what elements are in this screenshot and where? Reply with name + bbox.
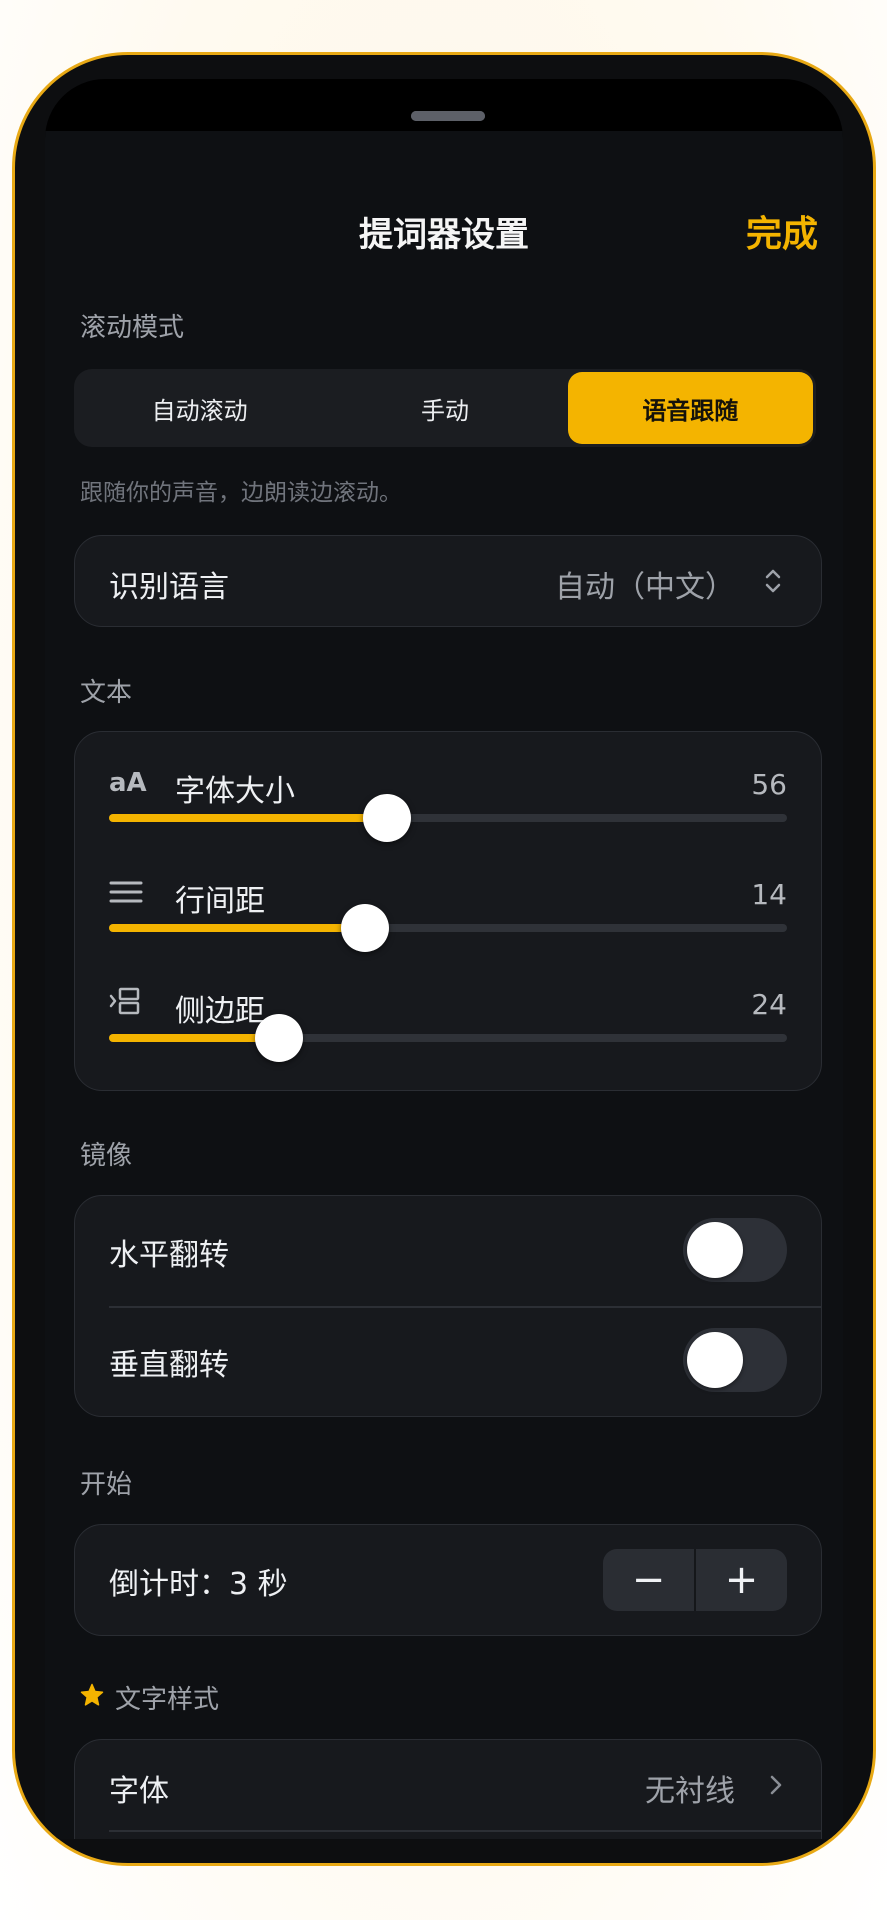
font-size-slider[interactable] — [109, 794, 787, 842]
side-margin-row: 侧边距 24 — [75, 982, 821, 1092]
font-size-icon: aA — [109, 768, 147, 798]
scroll-mode-segmented-control: 自动滚动 手动 语音跟随 — [74, 369, 816, 447]
text-settings-card: aA 字体大小 56 行间距 14 侧边距 24 — [74, 731, 822, 1091]
countdown-label: 倒计时：3 秒 — [109, 1567, 288, 1602]
up-down-chevron-icon — [765, 569, 781, 593]
star-icon — [80, 1683, 104, 1706]
mirror-divider — [109, 1306, 821, 1308]
countdown-increment-button[interactable]: + — [696, 1549, 787, 1611]
theme-row[interactable]: 主题 经典 — [75, 1832, 821, 1839]
segment-auto-scroll[interactable]: 自动滚动 — [77, 372, 322, 444]
section-label-mirror: 镜像 — [80, 1141, 133, 1171]
vertical-flip-toggle[interactable] — [683, 1328, 787, 1392]
section-label-scroll-mode: 滚动模式 — [80, 313, 185, 343]
font-value: 无衬线 — [645, 1774, 735, 1809]
text-style-card: 字体 无衬线 主题 经典 — [74, 1739, 822, 1839]
scroll-mode-hint: 跟随你的声音，边朗读边滚动。 — [80, 480, 402, 506]
horizontal-flip-toggle-knob — [687, 1222, 743, 1278]
section-label-text: 文本 — [80, 678, 133, 708]
side-margin-slider-thumb[interactable] — [254, 1014, 303, 1062]
vertical-flip-label: 垂直翻转 — [109, 1348, 229, 1383]
line-spacing-slider-thumb[interactable] — [340, 904, 389, 952]
countdown-stepper: − + — [603, 1549, 787, 1611]
language-row[interactable]: 识别语言 自动（中文） — [74, 535, 822, 627]
countdown-decrement-button[interactable]: − — [603, 1549, 694, 1611]
segment-manual[interactable]: 手动 — [322, 372, 567, 444]
phone-frame: 提词器设置 完成 滚动模式 自动滚动 手动 语音跟随 跟随你的声音，边朗读边滚动… — [12, 52, 876, 1866]
font-size-slider-fill — [109, 814, 387, 822]
line-spacing-row: 行间距 14 — [75, 872, 821, 982]
countdown-card: 倒计时：3 秒 − + — [74, 1524, 822, 1636]
language-label: 识别语言 — [109, 570, 229, 605]
side-margin-icon — [109, 987, 140, 1015]
font-size-row: aA 字体大小 56 — [75, 762, 821, 872]
language-value: 自动（中文） — [555, 570, 735, 605]
horizontal-flip-toggle[interactable] — [683, 1218, 787, 1282]
line-spacing-icon — [109, 881, 143, 903]
horizontal-flip-label: 水平翻转 — [109, 1238, 229, 1273]
side-margin-slider-fill — [109, 1034, 279, 1042]
font-size-value: 56 — [751, 768, 787, 801]
side-margin-slider[interactable] — [109, 1014, 787, 1062]
section-label-start: 开始 — [80, 1470, 133, 1500]
drag-handle[interactable] — [411, 111, 485, 121]
line-spacing-slider-fill — [109, 924, 365, 932]
font-row[interactable]: 字体 无衬线 — [75, 1740, 821, 1830]
line-spacing-label: 行间距 — [175, 884, 265, 919]
done-button[interactable]: 完成 — [746, 205, 818, 257]
mirror-card: 水平翻转 垂直翻转 — [74, 1195, 822, 1417]
chevron-right-icon — [770, 1775, 782, 1795]
segment-voice-follow[interactable]: 语音跟随 — [567, 372, 813, 444]
page-title: 提词器设置 — [359, 215, 529, 255]
side-margin-value: 24 — [751, 988, 787, 1021]
font-label: 字体 — [109, 1774, 169, 1809]
vertical-flip-toggle-knob — [687, 1332, 743, 1388]
font-size-label: 字体大小 — [175, 774, 295, 809]
settings-sheet: 提词器设置 完成 滚动模式 自动滚动 手动 语音跟随 跟随你的声音，边朗读边滚动… — [45, 79, 843, 1839]
side-margin-label: 侧边距 — [175, 994, 265, 1029]
font-size-slider-thumb[interactable] — [362, 794, 411, 842]
line-spacing-value: 14 — [751, 878, 787, 911]
line-spacing-slider[interactable] — [109, 904, 787, 952]
section-label-text-style: 文字样式 — [115, 1685, 220, 1715]
